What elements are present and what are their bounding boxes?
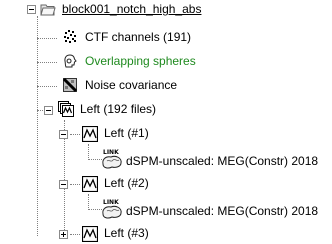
tree-item-noisecov[interactable]: Noise covariance <box>0 77 332 95</box>
tree-item-label: Overlapping spheres <box>85 54 196 68</box>
collapse-toggle[interactable] <box>59 130 68 139</box>
folder-open-icon <box>40 4 56 16</box>
tree-root[interactable]: block001_notch_high_abs <box>0 0 332 18</box>
tree-item-label: Left (#1) <box>104 126 149 140</box>
tree-item-label: Left (#2) <box>104 176 149 190</box>
collapse-toggle[interactable] <box>59 180 68 189</box>
recording-icon <box>82 226 98 242</box>
tree-item-label: dSPM-unscaled: MEG(Constr) 2018 <box>126 204 319 218</box>
tree-item-recording[interactable]: Left (#3) <box>0 225 332 243</box>
tree-item-recording[interactable]: Left (#2) <box>0 175 332 193</box>
root-label: block001_notch_high_abs <box>62 2 202 16</box>
tree-item-label: Noise covariance <box>85 78 178 92</box>
collapse-toggle[interactable] <box>44 106 53 115</box>
brain-link-icon: LINK <box>102 199 122 219</box>
tree-item-result-link[interactable]: LINK dSPM-unscaled: MEG(Constr) 2018 <box>0 148 332 170</box>
data-list-icon <box>58 101 74 117</box>
svg-text:LINK: LINK <box>103 199 119 206</box>
channels-icon <box>64 30 76 43</box>
recording-icon <box>82 126 98 142</box>
database-tree: block001_notch_high_abs CTF channels (19… <box>0 0 332 244</box>
collapse-toggle[interactable] <box>27 5 36 14</box>
tree-item-label: Left (#3) <box>104 226 149 240</box>
tree-item-label: dSPM-unscaled: MEG(Constr) 2018 <box>126 154 319 168</box>
expand-toggle[interactable] <box>59 230 68 239</box>
noise-covariance-icon <box>62 77 78 93</box>
head-model-icon <box>64 54 77 68</box>
tree-item-channels[interactable]: CTF channels (191) <box>0 29 332 47</box>
tree-item-recording[interactable]: Left (#1) <box>0 125 332 143</box>
tree-item-result-link[interactable]: LINK dSPM-unscaled: MEG(Constr) 2018 <box>0 198 332 220</box>
tree-item-label: Left (192 files) <box>80 102 157 116</box>
tree-item-headmodel[interactable]: Overlapping spheres <box>0 53 332 71</box>
tree-item-label: CTF channels (191) <box>85 30 192 44</box>
tree-item-datalist[interactable]: Left (192 files) <box>0 101 332 119</box>
brain-link-icon: LINK <box>102 149 122 169</box>
svg-text:LINK: LINK <box>103 149 119 156</box>
recording-icon <box>82 176 98 192</box>
